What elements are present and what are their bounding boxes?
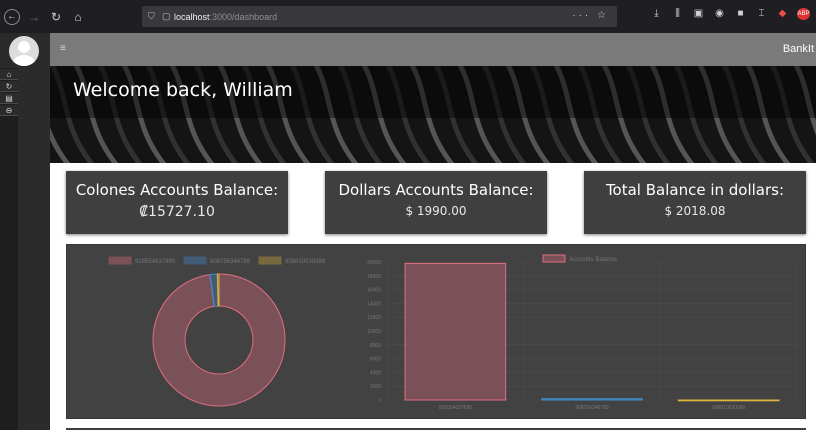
y-tick-label: 2000 — [370, 384, 381, 390]
x-tick-label: 908756346789 — [575, 405, 609, 411]
app-bar: ≡ BankIt — [50, 33, 816, 66]
logout-icon[interactable]: ⊖ — [0, 105, 18, 116]
address-bar[interactable]: ⛉ ▢ localhost :3000/dashboard ··· ☆ — [142, 6, 617, 27]
back-icon[interactable]: ← — [4, 8, 20, 25]
shield-icon[interactable]: ⛉ — [148, 11, 162, 22]
charts-panel: 928554637890 908756346789 908810030088 0 200… — [66, 244, 806, 419]
home-browser-icon[interactable]: ⌂ — [70, 9, 86, 25]
legend-swatch — [108, 256, 132, 265]
y-tick-label: 8000 — [370, 343, 381, 349]
legend-label: Accounts Balance — [569, 257, 618, 263]
download-icon[interactable]: ⤓ — [650, 8, 663, 20]
sidebar: ⌂ ↻ ▤ ⊖ — [0, 33, 50, 430]
y-tick-label: 12000 — [367, 315, 381, 321]
legend-swatch — [542, 254, 566, 263]
card-value: ₡15727.10 — [139, 204, 215, 220]
legend-swatch — [183, 256, 207, 265]
sidebar-rail — [0, 68, 18, 430]
y-tick-label: 18000 — [367, 274, 381, 280]
y-tick-label: 14000 — [367, 301, 381, 307]
total-balance-card: Total Balance in dollars: $ 2018.08 — [584, 171, 806, 234]
extension-icon[interactable]: ◉ — [713, 8, 726, 20]
bar — [677, 399, 780, 402]
brand-name[interactable]: BankIt — [783, 43, 814, 55]
history-icon[interactable]: ↻ — [0, 81, 18, 92]
y-tick-label: 20000 — [367, 260, 381, 266]
adblock-icon[interactable]: ABP — [797, 8, 810, 20]
forward-icon[interactable]: → — [26, 9, 42, 25]
dollars-balance-card: Dollars Accounts Balance: $ 1990.00 — [325, 171, 547, 234]
url-host: localhost — [174, 11, 210, 22]
hero-banner: Welcome back, William — [50, 66, 816, 163]
sidebar-toggle-icon[interactable]: ▣ — [692, 8, 705, 20]
y-tick-label: 6000 — [370, 357, 381, 363]
document-icon[interactable]: ▤ — [0, 93, 18, 104]
extension-square-icon[interactable]: ■ — [734, 8, 747, 20]
legend-swatch — [258, 256, 282, 265]
card-title: Colones Accounts Balance: — [75, 181, 279, 199]
x-tick-label: 908810030088 — [712, 405, 746, 411]
bar — [404, 262, 507, 401]
colones-balance-card: Colones Accounts Balance: ₡15727.10 — [66, 171, 288, 234]
y-tick-label: 10000 — [367, 329, 381, 335]
y-tick-label: 16000 — [367, 288, 381, 294]
pie-slice — [216, 273, 220, 307]
bar — [541, 398, 643, 401]
welcome-heading: Welcome back, William — [73, 79, 293, 101]
legend-label: 908810030088 — [285, 259, 326, 265]
legend-label: 908756346789 — [210, 259, 251, 265]
card-title: Dollars Accounts Balance: — [338, 181, 534, 199]
card-value: $ 2018.08 — [664, 204, 726, 218]
home-icon[interactable]: ⌂ — [0, 69, 18, 80]
y-tick-label: 0 — [378, 398, 381, 404]
library-icon[interactable]: ⫼ — [671, 8, 684, 20]
page-actions-icon[interactable]: ··· ☆ — [572, 10, 609, 21]
reload-icon[interactable]: ↻ — [48, 9, 64, 25]
extension-red-icon[interactable]: ◆ — [776, 8, 789, 20]
browser-extensions: ⤓ ⫼ ▣ ◉ ■ ⌶ ◆ ABP — [650, 8, 810, 20]
url-path: :3000/dashboard — [209, 11, 278, 22]
page-icon: ▢ — [162, 11, 171, 21]
y-tick-label: 4000 — [370, 370, 381, 376]
charts-svg: 928554637890 908756346789 908810030088 0 200… — [108, 254, 798, 411]
extension-translate-icon[interactable]: ⌶ — [755, 8, 768, 20]
menu-icon[interactable]: ≡ — [60, 43, 66, 54]
browser-toolbar: ← → ↻ ⌂ ⛉ ▢ localhost :3000/dashboard ··… — [0, 0, 816, 33]
card-title: Total Balance in dollars: — [605, 181, 785, 199]
legend-label: 928554637890 — [135, 259, 176, 265]
avatar[interactable] — [9, 36, 39, 66]
x-tick-label: 928554637890 — [439, 405, 473, 411]
card-value: $ 1990.00 — [405, 204, 467, 218]
